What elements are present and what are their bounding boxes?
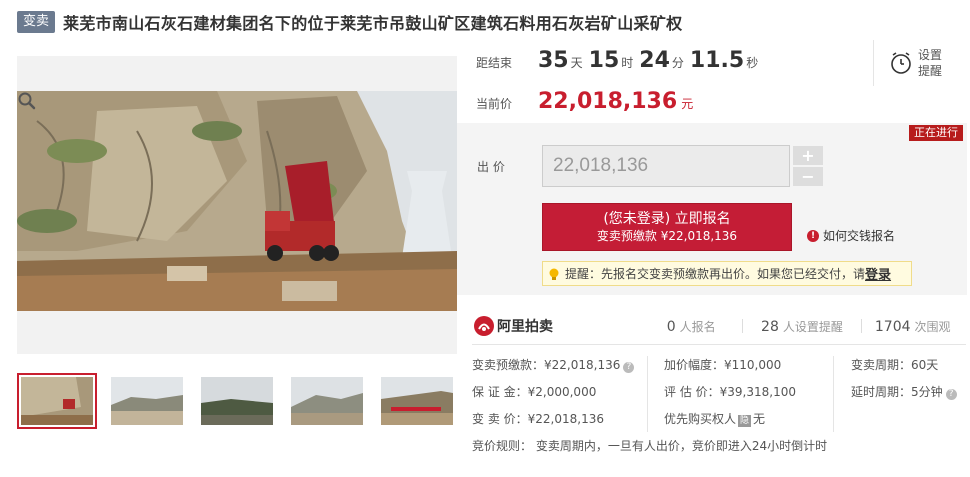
timer-seconds: 11.5 bbox=[689, 48, 745, 73]
timer-days: 35 bbox=[538, 48, 569, 73]
timer-minutes-unit: 分 bbox=[671, 56, 684, 70]
bidding-rules: 竞价规则： 变卖周期内，一旦有人出价，竞价即进入24小时倒计时 bbox=[472, 439, 828, 453]
reminder-label: 设置提醒 bbox=[918, 48, 943, 78]
info-icon: ! bbox=[807, 229, 819, 242]
thumbnail-2[interactable] bbox=[107, 373, 187, 429]
how-to-pay-text: 如何交钱报名 bbox=[823, 229, 896, 243]
column-divider bbox=[833, 356, 834, 432]
info-column-3: 变卖周期：60天 延时周期：5分钟? bbox=[851, 356, 957, 410]
divider bbox=[472, 344, 966, 345]
tip-banner: 提醒：先报名交变卖预缴款再出价。如果您已经交付，请 登录 bbox=[542, 261, 912, 286]
guarantee-info: 保 证 金：¥2,000,000 bbox=[472, 385, 597, 399]
stat-registered-num: 0 bbox=[666, 318, 676, 335]
login-link[interactable]: 登录 bbox=[865, 264, 891, 283]
bid-panel: 正在进行 出 价 22,018,136 + − (您未登录) 立即报名 变卖预缴… bbox=[457, 123, 967, 295]
info-column-1: 变卖预缴款：¥22,018,136? 保 证 金：¥2,000,000 变 卖 … bbox=[472, 356, 635, 437]
thumbnail-1[interactable] bbox=[17, 373, 97, 429]
quarry-photo bbox=[17, 91, 457, 311]
timer-hours-unit: 时 bbox=[621, 56, 634, 70]
stat-reminders: 28 人设置提醒 bbox=[743, 318, 860, 335]
register-button-deposit: 变卖预缴款 ¥22,018,136 bbox=[596, 229, 738, 243]
countdown-timer: 距结束 35 天 15 时 24 分 11.5 秒 bbox=[476, 48, 764, 73]
help-icon[interactable]: ? bbox=[623, 362, 635, 373]
bid-label: 出 价 bbox=[477, 160, 505, 174]
timer-hours: 15 bbox=[588, 48, 620, 73]
page-title: 莱芜市南山石灰石建材集团名下的位于莱芜市吊鼓山矿区建筑石料用石灰岩矿山采矿权 bbox=[63, 14, 683, 33]
thumbnail-5[interactable] bbox=[377, 373, 457, 429]
stat-views: 1704 次围观 bbox=[861, 318, 963, 335]
how-to-pay-link[interactable]: ! 如何交钱报名 bbox=[807, 227, 895, 244]
auction-type-badge: 变卖 bbox=[17, 11, 56, 33]
title-row: 变卖 莱芜市南山石灰石建材集团名下的位于莱芜市吊鼓山矿区建筑石料用石灰岩矿山采矿… bbox=[17, 10, 682, 34]
price-unit: 元 bbox=[681, 97, 694, 111]
thumbnail-3[interactable] bbox=[197, 373, 277, 429]
timer-label: 距结束 bbox=[476, 56, 513, 70]
help-icon[interactable]: ? bbox=[945, 389, 957, 400]
hidden-badge: 隐 bbox=[738, 415, 752, 427]
price-label: 当前价 bbox=[476, 97, 513, 111]
stat-registered: 0 人报名 bbox=[640, 318, 742, 335]
sale-period-info: 变卖周期：60天 bbox=[851, 358, 939, 372]
timer-days-unit: 天 bbox=[570, 56, 583, 70]
timer-minutes: 24 bbox=[639, 48, 670, 73]
register-now-button[interactable]: (您未登录) 立即报名 变卖预缴款 ¥22,018,136 bbox=[542, 203, 792, 251]
alarm-clock-icon bbox=[891, 52, 911, 74]
decrease-bid-button[interactable]: − bbox=[793, 167, 823, 186]
lightbulb-icon bbox=[549, 268, 559, 280]
status-badge: 正在进行 bbox=[909, 125, 963, 141]
stat-views-text: 次围观 bbox=[914, 319, 951, 334]
deposit-info: 变卖预缴款：¥22,018,136? bbox=[472, 356, 635, 383]
timer-seconds-unit: 秒 bbox=[746, 56, 759, 70]
increase-bid-button[interactable]: + bbox=[793, 146, 823, 165]
ali-auction-icon bbox=[474, 316, 494, 336]
stat-views-num: 1704 bbox=[874, 318, 911, 335]
sale-price-info: 变 卖 价：¥22,018,136 bbox=[472, 412, 604, 426]
thumbnail-4[interactable] bbox=[287, 373, 367, 429]
info-column-2: 加价幅度：¥110,000 评 估 价：¥39,318,100 优先购买权人隐无 bbox=[664, 356, 796, 437]
column-divider bbox=[647, 356, 648, 432]
stats-row: 阿里拍卖 0 人报名 28 人设置提醒 1704 次围观 bbox=[474, 316, 964, 336]
current-price: 当前价 22,018,136 元 bbox=[476, 89, 693, 114]
main-photo[interactable] bbox=[17, 56, 457, 354]
priority-buyer-info: 优先购买权人隐无 bbox=[664, 412, 766, 427]
bid-amount-input[interactable]: 22,018,136 bbox=[542, 145, 790, 187]
ali-auction-logo: 阿里拍卖 bbox=[474, 316, 640, 336]
appraisal-info: 评 估 价：¥39,318,100 bbox=[664, 385, 796, 399]
register-button-label: (您未登录) 立即报名 bbox=[603, 211, 731, 227]
increment-info: 加价幅度：¥110,000 bbox=[664, 358, 782, 372]
price-value: 22,018,136 bbox=[538, 89, 678, 114]
tip-text: 提醒：先报名交变卖预缴款再出价。如果您已经交付，请 bbox=[565, 267, 866, 281]
delay-period-info: 延时周期：5分钟? bbox=[851, 383, 957, 410]
zoom-icon[interactable] bbox=[17, 91, 37, 111]
stat-reminders-text: 人设置提醒 bbox=[782, 319, 843, 334]
set-reminder-button[interactable]: 设置提醒 bbox=[873, 40, 953, 86]
thumbnail-strip bbox=[17, 373, 467, 429]
stat-registered-text: 人报名 bbox=[679, 319, 716, 334]
brand-name: 阿里拍卖 bbox=[497, 319, 553, 335]
stat-reminders-num: 28 bbox=[761, 318, 779, 335]
